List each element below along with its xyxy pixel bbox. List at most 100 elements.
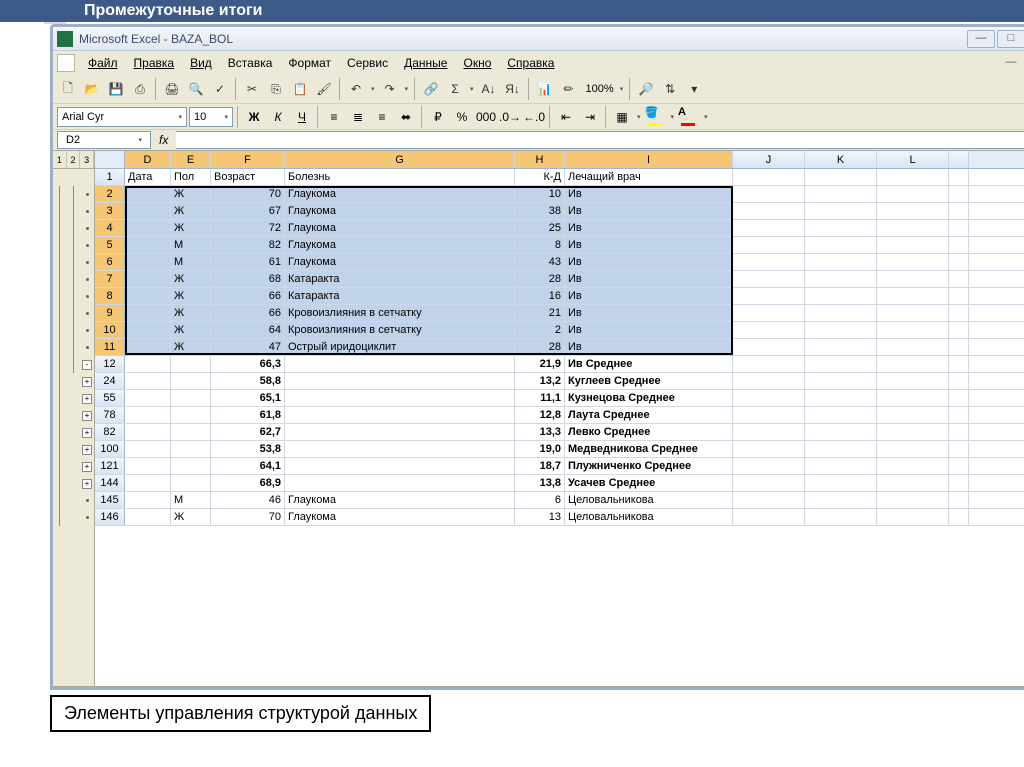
menu-view[interactable]: Вид	[183, 54, 219, 72]
redo-dropdown[interactable]: ▾	[403, 85, 411, 93]
table-row[interactable]: 10 Ж 64 Кровоизлияния в сетчатку 2 Ив	[95, 322, 1024, 339]
incdecimal-button[interactable]: .0→	[499, 106, 521, 128]
minimize-button[interactable]: —	[967, 30, 995, 48]
col-header-H[interactable]: H	[515, 151, 565, 168]
options-icon[interactable]: ▾	[683, 78, 705, 100]
autosum-icon[interactable]: Σ	[444, 78, 466, 100]
link-icon[interactable]: 🔗	[420, 78, 442, 100]
table-row[interactable]: 100 53,8 19,0 Медведникова Среднее	[95, 441, 1024, 458]
alignleft-button[interactable]: ≡	[323, 106, 345, 128]
bold-button[interactable]: Ж	[243, 106, 265, 128]
hscroll[interactable]: ◀ ▶	[201, 688, 1024, 691]
table-row[interactable]: 145 М 46 Глаукома 6 Целовальникова	[95, 492, 1024, 509]
currency-button[interactable]: ₽	[427, 106, 449, 128]
redo-icon[interactable]: ↷	[379, 78, 401, 100]
name-box[interactable]: D2▾	[57, 131, 151, 149]
selectall-corner[interactable]	[95, 151, 125, 168]
new-icon[interactable]: 🗋	[57, 78, 79, 100]
col-header-J[interactable]: J	[733, 151, 805, 168]
tab-next-button[interactable]: ▶	[89, 688, 107, 691]
aligncenter-button[interactable]: ≣	[347, 106, 369, 128]
copy-icon[interactable]: ⎘	[265, 78, 287, 100]
app-icon[interactable]	[57, 54, 75, 72]
outline-level-1[interactable]: 1	[53, 151, 67, 168]
sortasc-icon[interactable]: A↓	[478, 78, 500, 100]
table-row[interactable]: 11 Ж 47 Острый иридоциклит 28 Ив	[95, 339, 1024, 356]
formatpainter-icon[interactable]: 🖌	[313, 78, 335, 100]
table-row[interactable]: 6 М 61 Глаукома 43 Ив	[95, 254, 1024, 271]
save-icon[interactable]: 💾	[105, 78, 127, 100]
scroll-left-button[interactable]: ◀	[202, 689, 218, 691]
table-row[interactable]: 9 Ж 66 Кровоизлияния в сетчатку 21 Ив	[95, 305, 1024, 322]
cut-icon[interactable]: ✂	[241, 78, 263, 100]
drawing-icon[interactable]: ✏	[558, 78, 580, 100]
chart-icon[interactable]: 📊	[534, 78, 556, 100]
open-icon[interactable]: 📂	[81, 78, 103, 100]
decdecimal-button[interactable]: ←.0	[523, 106, 545, 128]
menu-file[interactable]: Файл	[81, 54, 125, 72]
sortdesc-icon[interactable]: Я↓	[502, 78, 524, 100]
autosum-dropdown[interactable]: ▾	[468, 85, 476, 93]
incindent-button[interactable]: ⇤	[555, 106, 577, 128]
col-header-K[interactable]: K	[805, 151, 877, 168]
col-header-D[interactable]: D	[125, 151, 171, 168]
table-row[interactable]: 144 68,9 13,8 Усачев Среднее	[95, 475, 1024, 492]
menu-format[interactable]: Формат	[281, 54, 338, 72]
underline-button[interactable]: Ч	[291, 106, 313, 128]
table-row[interactable]: 121 64,1 18,7 Плужниченко Среднее	[95, 458, 1024, 475]
find-icon[interactable]: 🔎	[635, 78, 657, 100]
menu-edit[interactable]: Правка	[127, 54, 182, 72]
menu-window[interactable]: Окно	[456, 54, 498, 72]
italic-button[interactable]: К	[267, 106, 289, 128]
tab-last-button[interactable]: ⏭	[107, 688, 125, 691]
table-row[interactable]: 7 Ж 68 Катаракта 28 Ив	[95, 271, 1024, 288]
table-row[interactable]: 2 Ж 70 Глаукома 10 Ив	[95, 186, 1024, 203]
fontcolor-button[interactable]: A	[678, 106, 700, 128]
undo-dropdown[interactable]: ▾	[369, 85, 377, 93]
doc-minimize[interactable]: —	[1003, 56, 1019, 70]
table-row[interactable]: 3 Ж 67 Глаукома 38 Ив	[95, 203, 1024, 220]
maximize-button[interactable]: □	[997, 30, 1024, 48]
menu-tools[interactable]: Сервис	[340, 54, 395, 72]
percent-button[interactable]: %	[451, 106, 473, 128]
spellcheck-icon[interactable]: ✓	[209, 78, 231, 100]
table-row[interactable]: 8 Ж 66 Катаракта 16 Ив	[95, 288, 1024, 305]
sort-icon[interactable]: ⇅	[659, 78, 681, 100]
table-row[interactable]: 5 М 82 Глаукома 8 Ив	[95, 237, 1024, 254]
outline-level-2[interactable]: 2	[67, 151, 81, 168]
grid-body[interactable]: 1 Дата Пол Возраст Болезнь К-Д Лечащий в…	[95, 169, 1024, 526]
col-header-G[interactable]: G	[285, 151, 515, 168]
tab-first-button[interactable]: ⏮	[53, 688, 71, 691]
paste-icon[interactable]: 📋	[289, 78, 311, 100]
table-row[interactable]: 24 58,8 13,2 Куглеев Среднее	[95, 373, 1024, 390]
table-row[interactable]: 82 62,7 13,3 Левко Среднее	[95, 424, 1024, 441]
table-row[interactable]: 78 61,8 12,8 Лаута Среднее	[95, 407, 1024, 424]
comma-button[interactable]: 000	[475, 106, 497, 128]
fontsize-select[interactable]: 10▾	[189, 107, 233, 127]
tab-prev-button[interactable]: ◀	[71, 688, 89, 691]
table-row[interactable]: 12 66,3 21,9 Ив Среднее	[95, 356, 1024, 373]
col-header-I[interactable]: I	[565, 151, 733, 168]
zoom-select[interactable]: 100%▾	[582, 83, 626, 95]
outline-level-3[interactable]: 3	[80, 151, 94, 168]
saveall-icon[interactable]: ⎙	[129, 78, 151, 100]
undo-icon[interactable]: ↶	[345, 78, 367, 100]
sheet-tab[interactable]: EXC_OFT	[125, 689, 197, 690]
table-row[interactable]: 146 Ж 70 Глаукома 13 Целовальникова	[95, 509, 1024, 526]
merge-button[interactable]: ⬌	[395, 106, 417, 128]
font-select[interactable]: Arial Cyr▾	[57, 107, 187, 127]
menu-insert[interactable]: Вставка	[221, 54, 280, 72]
decindent-button[interactable]: ⇥	[579, 106, 601, 128]
fillcolor-button[interactable]: 🪣	[645, 106, 667, 128]
formula-input[interactable]	[176, 131, 1024, 149]
col-header-F[interactable]: F	[211, 151, 285, 168]
menu-data[interactable]: Данные	[397, 54, 454, 72]
borders-button[interactable]: ▦	[611, 106, 633, 128]
print-icon[interactable]: 🖨	[161, 78, 183, 100]
hscroll-thumb[interactable]	[218, 689, 378, 691]
col-header-L[interactable]: L	[877, 151, 949, 168]
table-row[interactable]: 55 65,1 11,1 Кузнецова Среднее	[95, 390, 1024, 407]
col-header-M[interactable]	[949, 151, 969, 168]
fx-icon[interactable]: fx	[159, 133, 168, 147]
alignright-button[interactable]: ≡	[371, 106, 393, 128]
